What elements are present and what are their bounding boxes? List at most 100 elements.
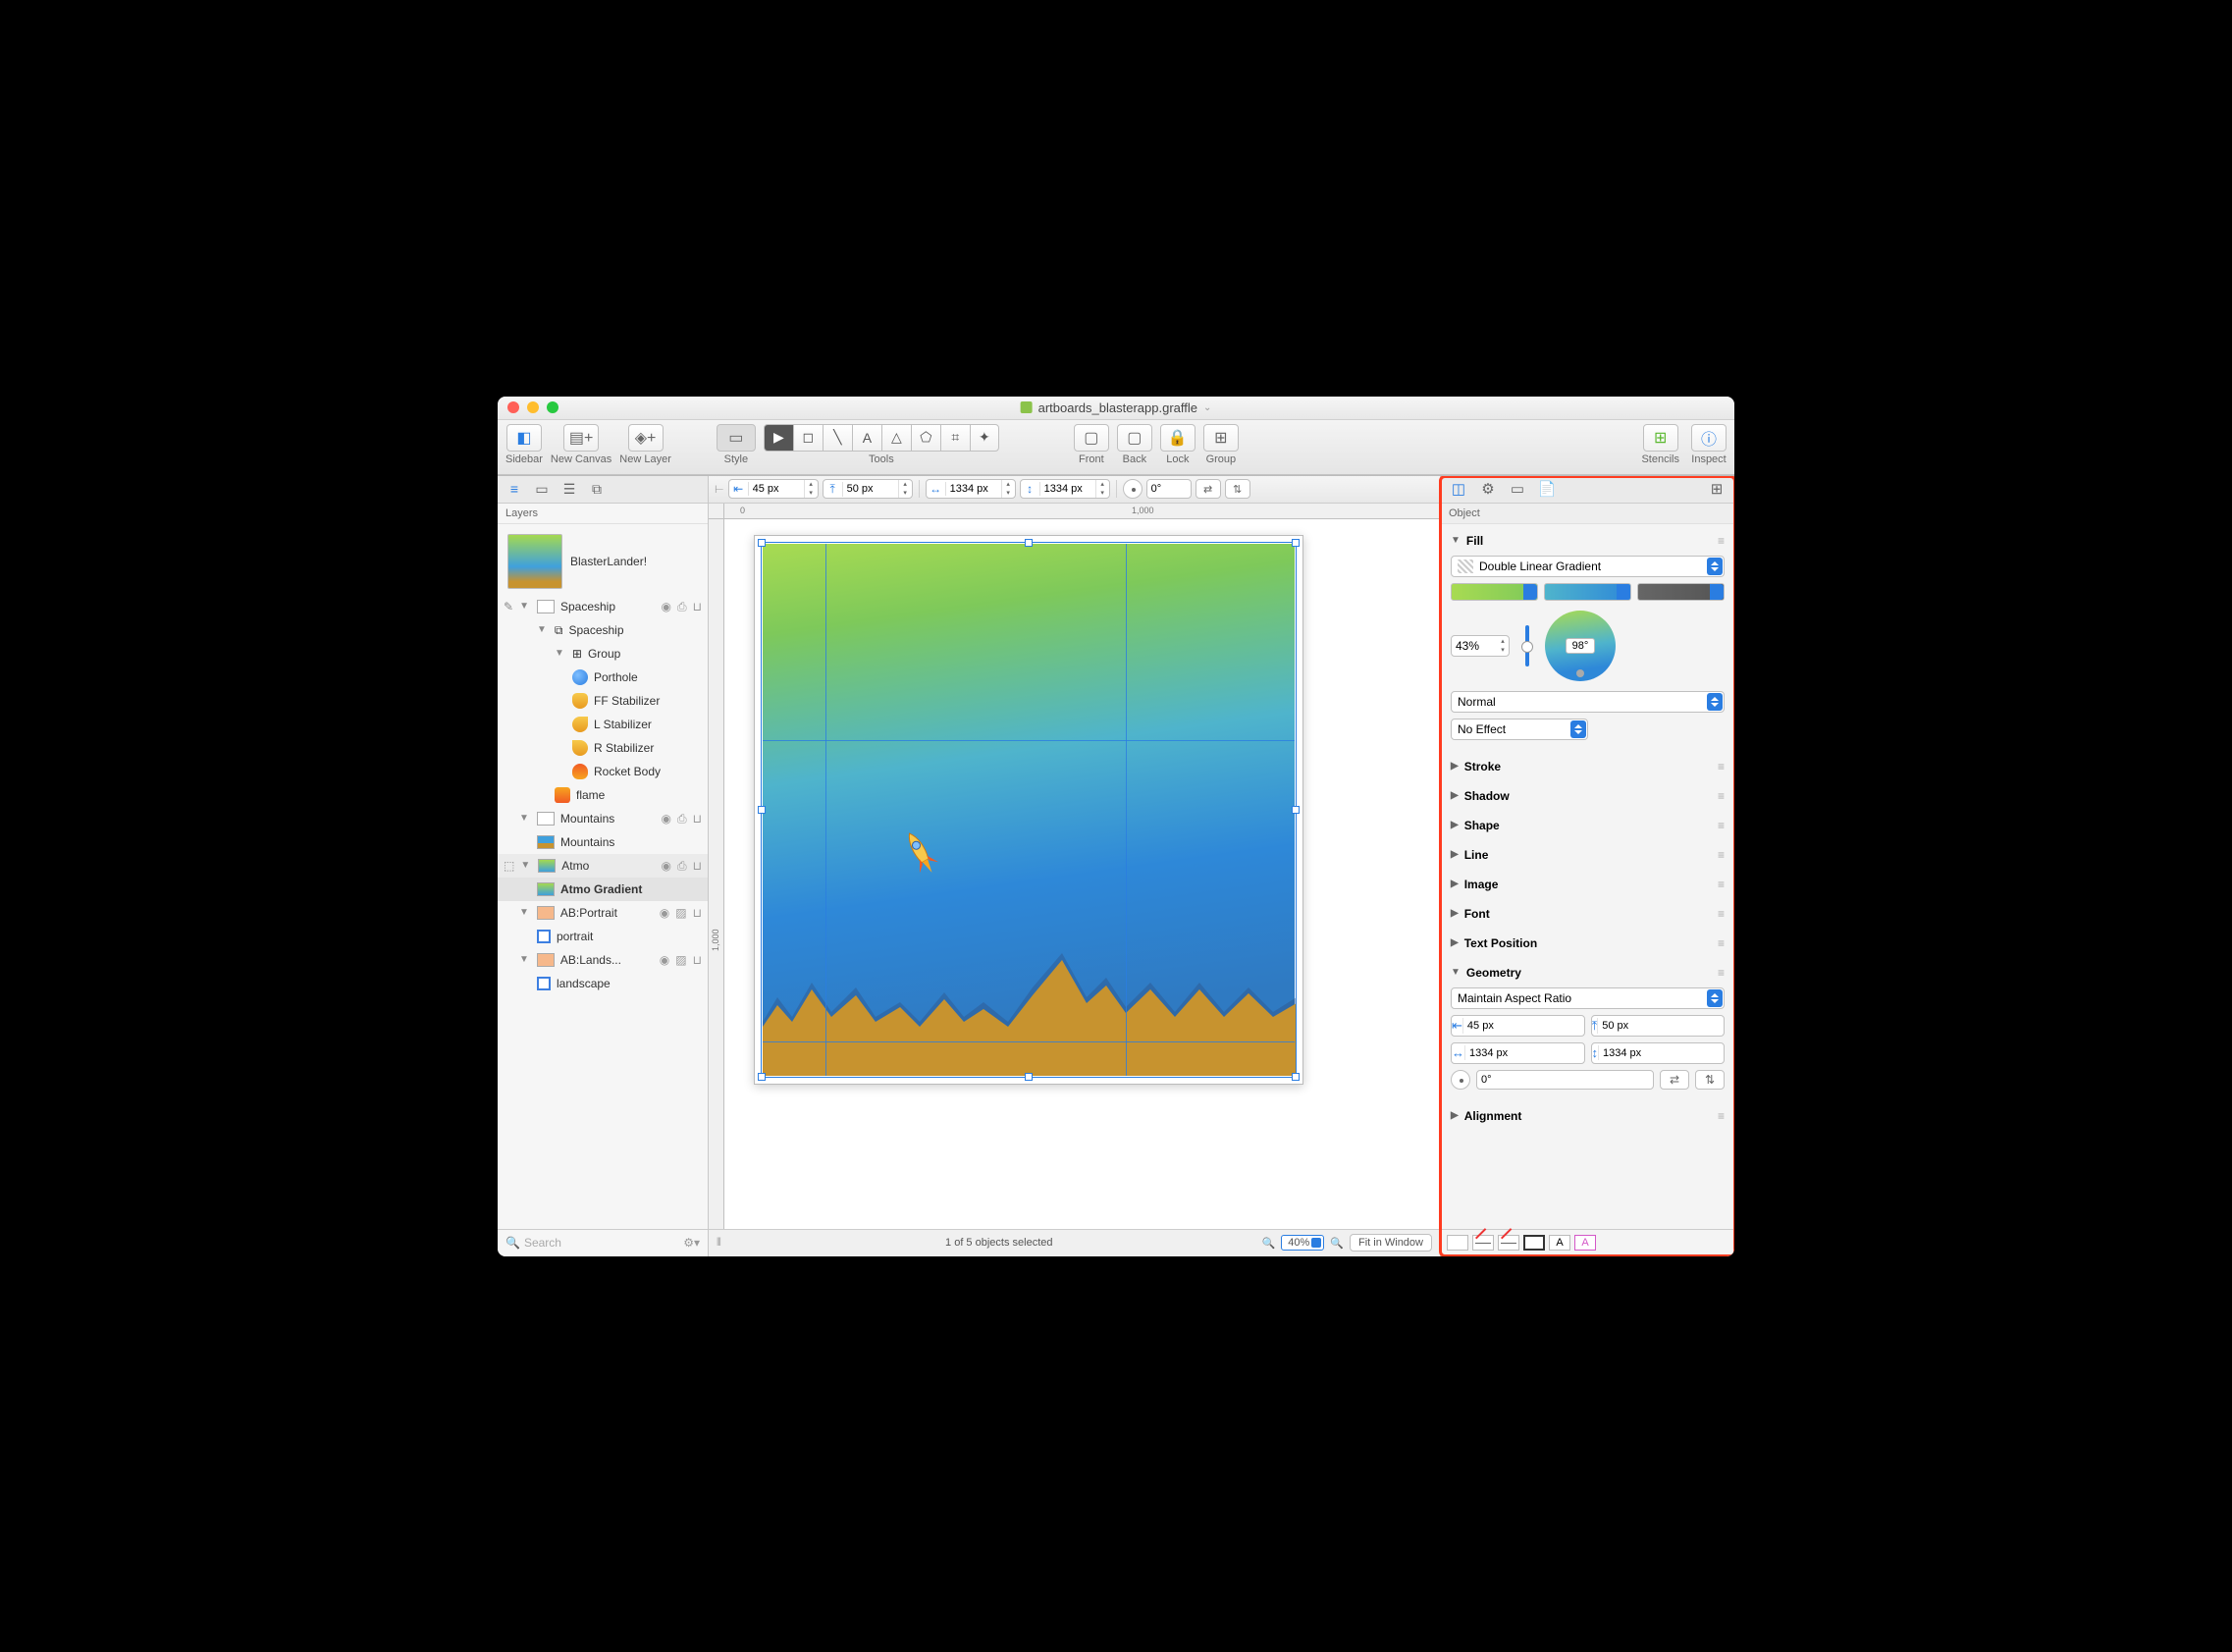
disclosure-icon[interactable]: ▼: [555, 645, 564, 663]
group-row[interactable]: ▼⊞Group: [498, 642, 708, 666]
disclosure-icon[interactable]: ▼: [519, 598, 529, 615]
visibility-icon[interactable]: ◉: [662, 598, 671, 615]
disclosure-icon[interactable]: ▼: [519, 951, 529, 969]
rot-input[interactable]: [1147, 480, 1187, 498]
grid-tab-icon[interactable]: ⊞: [1707, 479, 1727, 499]
section-header[interactable]: ▼Fill≡: [1449, 530, 1727, 552]
crop-tool[interactable]: ⌗: [940, 424, 970, 452]
disclosure-icon[interactable]: ▼: [1451, 967, 1461, 978]
visibility-icon[interactable]: ◉: [660, 904, 669, 922]
line-tool[interactable]: ╲: [823, 424, 852, 452]
layers-tab-icon[interactable]: ≡: [505, 480, 523, 498]
geo-x-field[interactable]: ⇤▴▾: [1451, 1015, 1585, 1037]
text-tool[interactable]: A: [852, 424, 881, 452]
print-icon[interactable]: ⎙: [677, 598, 687, 615]
stamp-tool[interactable]: ✦: [970, 424, 999, 452]
h-input[interactable]: [1040, 480, 1095, 498]
zoom-in-icon[interactable]: 🔍: [1330, 1237, 1344, 1250]
section-menu-icon[interactable]: ≡: [1718, 878, 1725, 891]
geo-y-input[interactable]: [1598, 1020, 1725, 1032]
guides-tab-icon[interactable]: ▭: [533, 480, 551, 498]
disclosure-icon[interactable]: ▶: [1451, 937, 1459, 948]
style-shadow-swatch[interactable]: [1498, 1235, 1519, 1251]
rotation-dial[interactable]: [1451, 1070, 1470, 1090]
geo-y-field[interactable]: ⤒▴▾: [1591, 1015, 1726, 1037]
style-button[interactable]: ▭: [717, 424, 756, 452]
search-field[interactable]: 🔍Search: [505, 1236, 675, 1250]
canvas-tab-icon[interactable]: ▭: [1508, 479, 1527, 499]
canvas-viewport[interactable]: 01,000 1,000: [709, 504, 1440, 1229]
zoom-icon[interactable]: [547, 401, 558, 413]
section-menu-icon[interactable]: ≡: [1718, 936, 1725, 950]
columns-icon[interactable]: ⦀: [717, 1237, 736, 1250]
properties-tab-icon[interactable]: ⚙: [1478, 479, 1498, 499]
pen-tool[interactable]: △: [881, 424, 911, 452]
minimize-icon[interactable]: [527, 401, 539, 413]
flip-h-button[interactable]: ⇄: [1196, 479, 1221, 499]
lock-icon[interactable]: ⊔: [693, 857, 702, 875]
shape-row[interactable]: FF Stabilizer: [498, 689, 708, 713]
geo-rot-input[interactable]: [1477, 1074, 1653, 1086]
chevron-down-icon[interactable]: ⌄: [1203, 402, 1211, 413]
geo-w-field[interactable]: ↔▴▾: [1451, 1042, 1585, 1064]
selection-tab-icon[interactable]: ⧉: [588, 480, 606, 498]
artboard[interactable]: [754, 535, 1303, 1085]
lock-icon[interactable]: ⊔: [693, 810, 702, 827]
section-menu-icon[interactable]: ≡: [1718, 534, 1725, 548]
canvas-scroll[interactable]: [724, 519, 1440, 1229]
disclosure-icon[interactable]: ▼: [520, 857, 530, 875]
disclosure-icon[interactable]: ▼: [519, 810, 529, 827]
section-menu-icon[interactable]: ≡: [1718, 819, 1725, 832]
section-header[interactable]: ▶Alignment≡: [1449, 1105, 1727, 1127]
inspect-button[interactable]: ⓘ: [1691, 424, 1727, 452]
effect-select[interactable]: No Effect: [1451, 719, 1588, 740]
section-menu-icon[interactable]: ≡: [1718, 1109, 1725, 1123]
section-header[interactable]: ▶Shape≡: [1449, 815, 1727, 836]
y-input[interactable]: [843, 480, 898, 498]
shape-row[interactable]: R Stabilizer: [498, 736, 708, 760]
gradient-stop-2[interactable]: [1544, 583, 1631, 601]
layer-row-spaceship[interactable]: ✎ ▼ Spaceship ◉⎙⊔: [498, 595, 708, 618]
print-icon[interactable]: ⎙: [677, 857, 687, 875]
group-row[interactable]: ▼⧉Spaceship: [498, 618, 708, 642]
shape-row[interactable]: Porthole: [498, 666, 708, 689]
disclosure-icon[interactable]: ▶: [1451, 908, 1459, 919]
aspect-select[interactable]: Maintain Aspect Ratio: [1451, 987, 1725, 1009]
rotation-dial[interactable]: [1123, 479, 1143, 499]
style-text-swatch[interactable]: A: [1549, 1235, 1570, 1251]
geo-x-input[interactable]: [1463, 1020, 1585, 1032]
style-shape-swatch[interactable]: [1523, 1235, 1545, 1251]
shape-tool[interactable]: ◻: [793, 424, 823, 452]
section-menu-icon[interactable]: ≡: [1718, 760, 1725, 773]
sidebar-toggle-button[interactable]: ◧: [506, 424, 542, 452]
flip-h-button[interactable]: ⇄: [1660, 1070, 1689, 1090]
shape-row[interactable]: L Stabilizer: [498, 713, 708, 736]
lock-icon[interactable]: ⊔: [693, 598, 702, 615]
disclosure-icon[interactable]: ▶: [1451, 1110, 1459, 1121]
section-header[interactable]: ▶Stroke≡: [1449, 756, 1727, 777]
visibility-icon[interactable]: ◉: [660, 951, 669, 969]
lock-icon[interactable]: ⊔: [693, 904, 702, 922]
section-header[interactable]: ▶Image≡: [1449, 874, 1727, 895]
disclosure-icon[interactable]: ▶: [1451, 790, 1459, 801]
lock-icon[interactable]: ⊔: [693, 951, 702, 969]
point-tool[interactable]: ⬠: [911, 424, 940, 452]
style-stroke-swatch[interactable]: [1472, 1235, 1494, 1251]
layer-row-ablandscape[interactable]: ▼ AB:Lands... ◉▨⊔: [498, 948, 708, 972]
front-button[interactable]: ▢: [1074, 424, 1109, 452]
section-menu-icon[interactable]: ≡: [1718, 848, 1725, 862]
geo-w-input[interactable]: [1465, 1047, 1585, 1059]
origin-icon[interactable]: ⊢: [715, 483, 724, 496]
print-icon[interactable]: ⎙: [677, 810, 687, 827]
gradient-stop-3[interactable]: [1637, 583, 1725, 601]
x-input[interactable]: [749, 480, 804, 498]
shape-row-selected[interactable]: Atmo Gradient: [498, 878, 708, 901]
geo-h-field[interactable]: ↕▴▾: [1591, 1042, 1726, 1064]
section-menu-icon[interactable]: ≡: [1718, 966, 1725, 980]
x-field[interactable]: ⇤▴▾: [728, 479, 819, 499]
canvas-item[interactable]: BlasterLander!: [498, 528, 708, 595]
shape-row[interactable]: landscape: [498, 972, 708, 995]
atmo-gradient-shape[interactable]: [763, 544, 1295, 1076]
flip-v-button[interactable]: ⇅: [1225, 479, 1250, 499]
h-field[interactable]: ↕▴▾: [1020, 479, 1110, 499]
